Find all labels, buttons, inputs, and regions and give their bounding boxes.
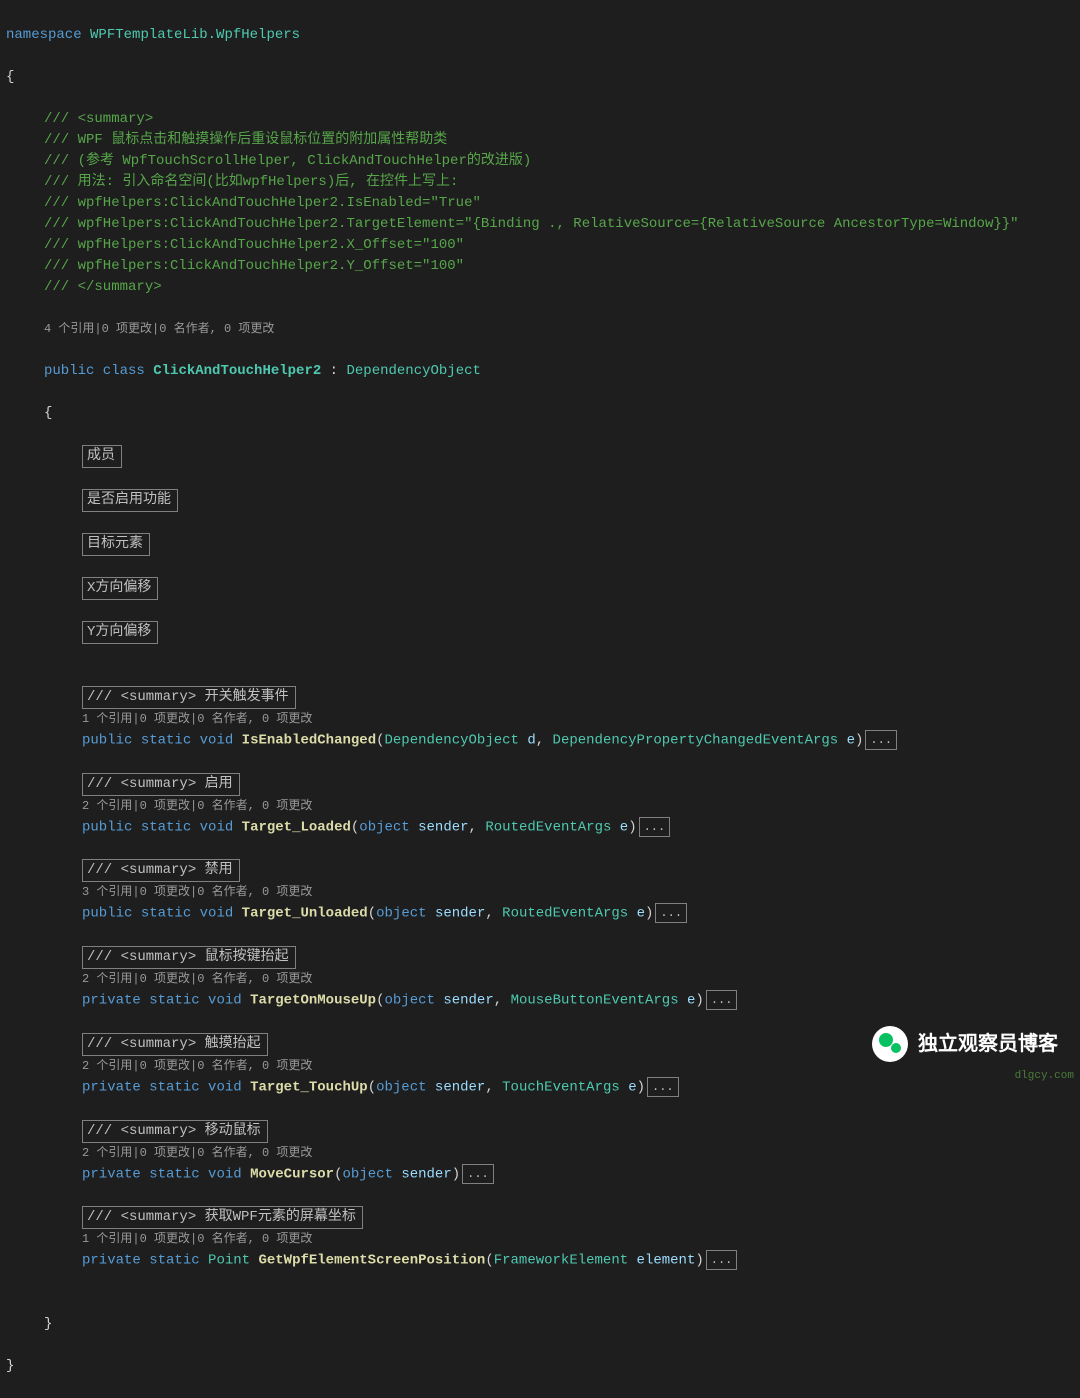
watermark: 独立观察员博客 [872, 1026, 1058, 1062]
method-signature: private static void TargetOnMouseUp(obje… [0, 990, 1080, 1012]
doc-comment: /// </summary> [0, 277, 1080, 298]
method-codelens[interactable]: 3 个引用|0 项更改|0 名作者, 0 项更改 [0, 882, 1080, 903]
method-signature: public static void Target_Unloaded(objec… [0, 903, 1080, 925]
fold-icon[interactable]: ... [706, 1250, 738, 1270]
method-codelens[interactable]: 2 个引用|0 项更改|0 名作者, 0 项更改 [0, 1143, 1080, 1164]
method-codelens[interactable]: 2 个引用|0 项更改|0 名作者, 0 项更改 [0, 969, 1080, 990]
collapsed-region[interactable]: 成员 [0, 445, 1080, 468]
watermark-url: dlgcy.com [1015, 1068, 1074, 1085]
method-summary[interactable]: /// <summary> 禁用 [0, 859, 1080, 882]
class-declaration: public class ClickAndTouchHelper2 : Depe… [0, 361, 1080, 382]
doc-comment: /// WPF 鼠标点击和触摸操作后重设鼠标位置的附加属性帮助类 [0, 130, 1080, 151]
brace-open: { [0, 67, 1080, 88]
doc-comment: /// wpfHelpers:ClickAndTouchHelper2.Targ… [0, 214, 1080, 235]
doc-comment: /// wpfHelpers:ClickAndTouchHelper2.IsEn… [0, 193, 1080, 214]
doc-comment: /// <summary> [0, 109, 1080, 130]
fold-icon[interactable]: ... [865, 730, 897, 750]
wechat-icon [872, 1026, 908, 1062]
doc-comment: /// wpfHelpers:ClickAndTouchHelper2.X_Of… [0, 235, 1080, 256]
method-summary[interactable]: /// <summary> 获取WPF元素的屏幕坐标 [0, 1206, 1080, 1229]
collapsed-region[interactable]: Y方向偏移 [0, 621, 1080, 644]
brace-close: } [0, 1356, 1080, 1377]
collapsed-region[interactable]: X方向偏移 [0, 577, 1080, 600]
class-brace-open: { [0, 403, 1080, 424]
namespace-line: namespace WPFTemplateLib.WpfHelpers [0, 25, 1080, 46]
collapsed-region[interactable]: 目标元素 [0, 533, 1080, 556]
method-signature: private static void MoveCursor(object se… [0, 1164, 1080, 1186]
method-summary[interactable]: /// <summary> 启用 [0, 773, 1080, 796]
collapsed-region[interactable]: 是否启用功能 [0, 489, 1080, 512]
fold-icon[interactable]: ... [706, 990, 738, 1010]
method-signature: private static Point GetWpfElementScreen… [0, 1250, 1080, 1272]
method-codelens[interactable]: 2 个引用|0 项更改|0 名作者, 0 项更改 [0, 796, 1080, 817]
class-codelens[interactable]: 4 个引用|0 项更改|0 名作者, 0 项更改 [0, 319, 1080, 340]
class-brace-close: } [0, 1314, 1080, 1335]
method-signature: public static void Target_Loaded(object … [0, 817, 1080, 839]
doc-comment: /// wpfHelpers:ClickAndTouchHelper2.Y_Of… [0, 256, 1080, 277]
fold-icon[interactable]: ... [639, 817, 671, 837]
method-summary[interactable]: /// <summary> 开关触发事件 [0, 686, 1080, 709]
namespace-name: WPFTemplateLib.WpfHelpers [90, 27, 300, 43]
doc-comment: /// (参考 WpfTouchScrollHelper, ClickAndTo… [0, 151, 1080, 172]
fold-icon[interactable]: ... [462, 1164, 494, 1184]
method-signature: public static void IsEnabledChanged(Depe… [0, 730, 1080, 752]
watermark-text: 独立观察员博客 [918, 1029, 1058, 1059]
fold-icon[interactable]: ... [647, 1077, 679, 1097]
method-summary[interactable]: /// <summary> 移动鼠标 [0, 1120, 1080, 1143]
method-summary[interactable]: /// <summary> 鼠标按键抬起 [0, 946, 1080, 969]
fold-icon[interactable]: ... [655, 903, 687, 923]
method-codelens[interactable]: 1 个引用|0 项更改|0 名作者, 0 项更改 [0, 1229, 1080, 1250]
method-codelens[interactable]: 1 个引用|0 项更改|0 名作者, 0 项更改 [0, 709, 1080, 730]
code-editor[interactable]: namespace WPFTemplateLib.WpfHelpers { //… [0, 0, 1080, 1398]
doc-comment: /// 用法: 引入命名空间(比如wpfHelpers)后, 在控件上写上: [0, 172, 1080, 193]
